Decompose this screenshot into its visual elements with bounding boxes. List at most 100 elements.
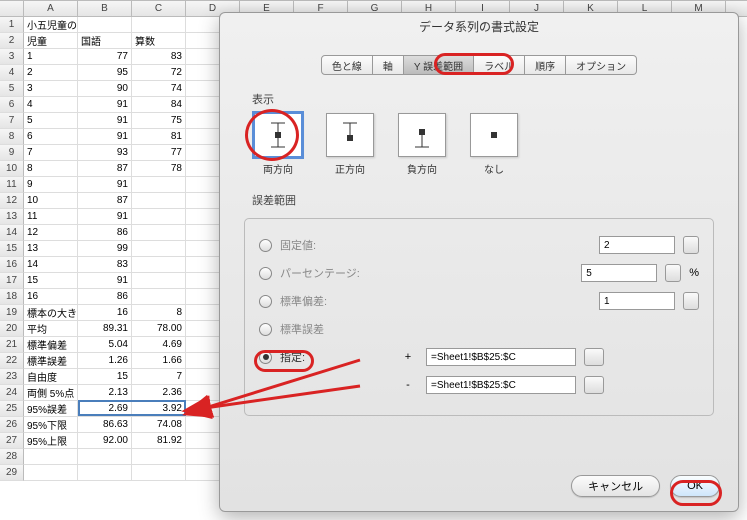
cell[interactable] [132,273,186,289]
cell[interactable]: 84 [132,97,186,113]
custom-minus-input[interactable]: =Sheet1!$B$25:$C [426,376,576,394]
tab-axis[interactable]: 軸 [373,55,404,75]
col-header-a[interactable]: A [24,1,78,16]
cell[interactable]: 標準偏差 [24,337,78,353]
row-number[interactable]: 25 [0,401,24,417]
row-number[interactable]: 10 [0,161,24,177]
row-number[interactable]: 7 [0,113,24,129]
cell[interactable] [78,449,132,465]
cell[interactable]: 8 [132,305,186,321]
tab-order[interactable]: 順序 [525,55,566,75]
percent-input[interactable]: 5 [581,264,657,282]
radio-percent[interactable] [259,267,272,280]
cell[interactable]: 91 [78,113,132,129]
cell[interactable]: 8 [24,161,78,177]
cell[interactable]: 9 [24,177,78,193]
cell[interactable]: 87 [78,161,132,177]
row-number[interactable]: 3 [0,49,24,65]
tab-label[interactable]: ラベル [474,55,525,75]
cell[interactable]: 5 [24,113,78,129]
cell[interactable]: 83 [78,257,132,273]
row-number[interactable]: 24 [0,385,24,401]
display-none[interactable] [470,113,518,157]
cell[interactable]: 95%上限 [24,433,78,449]
display-minus[interactable] [398,113,446,157]
row-number[interactable]: 8 [0,129,24,145]
display-both[interactable] [254,113,302,157]
ok-button[interactable]: OK [670,475,720,497]
radio-fixed[interactable] [259,239,272,252]
stddev-stepper[interactable] [683,292,699,310]
cell[interactable]: 4 [24,97,78,113]
cell[interactable]: 3 [24,81,78,97]
cell[interactable]: 13 [24,241,78,257]
cell[interactable]: 7 [24,145,78,161]
cell[interactable] [78,17,132,33]
cell[interactable]: 91 [78,177,132,193]
cell[interactable] [132,289,186,305]
col-header-b[interactable]: B [78,1,132,16]
cell[interactable]: 95 [78,65,132,81]
cell[interactable]: 99 [78,241,132,257]
cell[interactable]: 95%下限 [24,417,78,433]
row-number[interactable]: 6 [0,97,24,113]
row-number[interactable]: 21 [0,337,24,353]
cell[interactable]: 16 [24,289,78,305]
row-number[interactable]: 1 [0,17,24,33]
cell[interactable]: 標本の大き [24,305,78,321]
cell[interactable] [132,257,186,273]
cell[interactable] [24,449,78,465]
cell[interactable]: 2.69 [78,401,132,417]
percent-stepper[interactable] [665,264,681,282]
cell[interactable]: 2.13 [78,385,132,401]
stddev-input[interactable]: 1 [599,292,675,310]
cell[interactable]: 93 [78,145,132,161]
cell[interactable]: 81.92 [132,433,186,449]
cell[interactable]: 1.66 [132,353,186,369]
cell[interactable]: 89.31 [78,321,132,337]
fixed-stepper[interactable] [683,236,699,254]
cell[interactable]: 72 [132,65,186,81]
cell[interactable]: 86.63 [78,417,132,433]
cell[interactable] [132,241,186,257]
cell[interactable]: 16 [78,305,132,321]
row-number[interactable]: 12 [0,193,24,209]
cell[interactable]: 1 [24,49,78,65]
cell[interactable] [132,449,186,465]
radio-stddev[interactable] [259,295,272,308]
cell[interactable] [24,465,78,481]
cell[interactable]: 11 [24,209,78,225]
cancel-button[interactable]: キャンセル [571,475,660,497]
custom-plus-refbtn[interactable] [584,348,604,366]
cell[interactable]: 75 [132,113,186,129]
cell[interactable]: 77 [132,145,186,161]
row-number[interactable]: 22 [0,353,24,369]
row-number[interactable]: 13 [0,209,24,225]
cell[interactable] [132,209,186,225]
cell[interactable]: 77 [78,49,132,65]
cell[interactable]: 2 [24,65,78,81]
cell[interactable]: 74.08 [132,417,186,433]
row-number[interactable]: 23 [0,369,24,385]
row-number[interactable]: 26 [0,417,24,433]
row-number[interactable]: 11 [0,177,24,193]
radio-stderr[interactable] [259,323,272,336]
cell[interactable]: 15 [78,369,132,385]
cell[interactable]: 平均 [24,321,78,337]
row-number[interactable]: 15 [0,241,24,257]
fixed-input[interactable]: 2 [599,236,675,254]
cell[interactable]: 小五児童の試験の得点 [24,17,78,33]
cell[interactable]: 90 [78,81,132,97]
cell[interactable]: 10 [24,193,78,209]
cell[interactable]: 91 [78,273,132,289]
cell[interactable]: 標準誤差 [24,353,78,369]
cell[interactable]: 2.36 [132,385,186,401]
row-number[interactable]: 20 [0,321,24,337]
tab-y-error[interactable]: Y 誤差範囲 [404,55,474,75]
tab-colors[interactable]: 色と線 [321,55,373,75]
row-number[interactable]: 19 [0,305,24,321]
cell[interactable]: 5.04 [78,337,132,353]
cell[interactable] [132,225,186,241]
cell[interactable]: 78.00 [132,321,186,337]
cell[interactable]: 83 [132,49,186,65]
